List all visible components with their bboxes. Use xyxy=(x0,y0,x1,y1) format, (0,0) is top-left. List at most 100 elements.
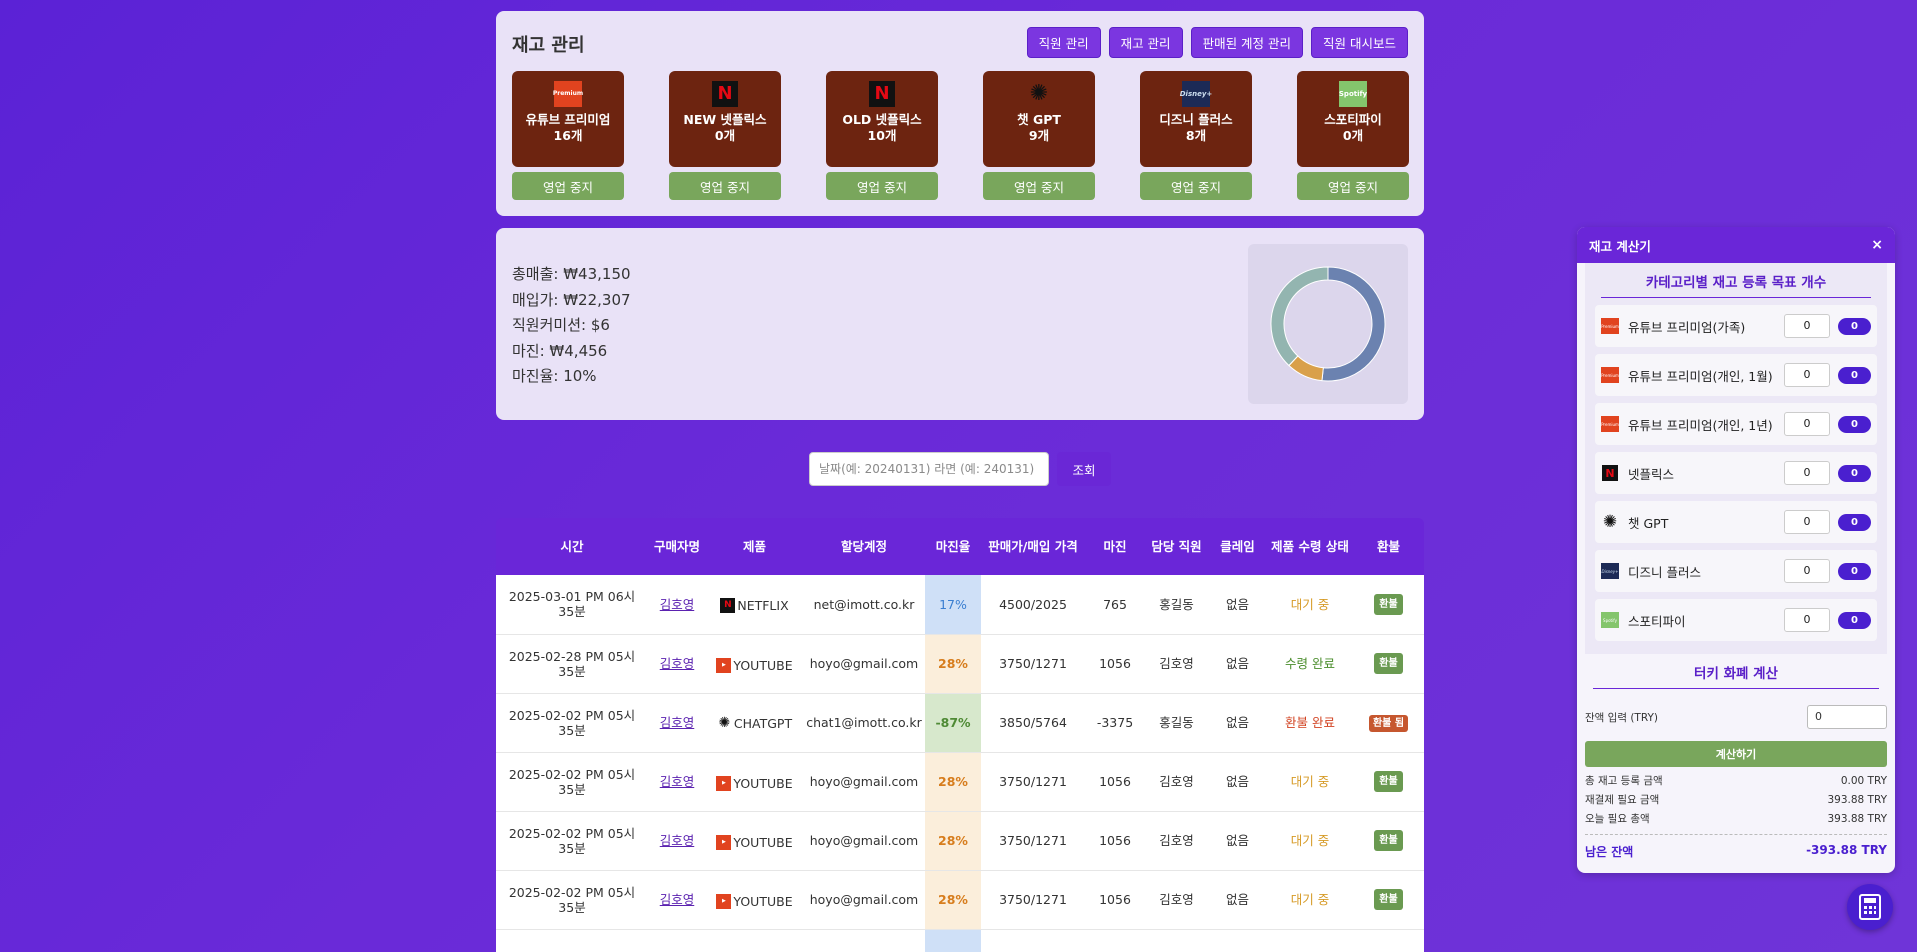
count-badge: 0 xyxy=(1838,513,1871,531)
category-label: 스포티파이 xyxy=(1628,613,1686,629)
target-count-input[interactable]: 0 xyxy=(1784,608,1830,632)
product-tile[interactable]: Premium 유튜브 프리미엄 16개 xyxy=(512,71,624,167)
target-count-input[interactable]: 0 xyxy=(1784,461,1830,485)
category-label: 챗 GPT xyxy=(1628,515,1669,531)
nav-staff-dashboard-button[interactable]: 직원 대시보드 xyxy=(1311,27,1408,58)
product-tile[interactable]: ✺ 챗 GPT 9개 xyxy=(983,71,1095,167)
cell-product: ✺ CHATGPT xyxy=(706,693,803,753)
cell-margin-rate xyxy=(925,929,981,952)
stop-sales-button[interactable]: 영업 중지 xyxy=(983,172,1095,200)
count-badge: 0 xyxy=(1838,366,1871,384)
cell-buyer: 김호영 xyxy=(648,575,706,635)
remaining-balance-label: 남은 잔액 xyxy=(1585,845,1634,859)
target-count-input[interactable]: 0 xyxy=(1784,412,1830,436)
table-row: 2025-02-02 PM 05시 35분 김호영 ▶ YOUTUBE hoyo@gma… xyxy=(496,870,1424,930)
disney-icon: Disney+ xyxy=(1180,81,1212,107)
calculate-button[interactable]: 계산하기 xyxy=(1585,741,1887,767)
balance-row: 잔액 입력 (TRY) 0 xyxy=(1577,705,1895,729)
nav-inventory-button[interactable]: 재고 관리 xyxy=(1108,27,1183,58)
product-count: 16개 xyxy=(553,128,583,143)
cell-time: 2025-02-28 PM 05시 35분 xyxy=(496,634,648,694)
balance-input[interactable]: 0 xyxy=(1807,705,1887,729)
stop-sales-button[interactable]: 영업 중지 xyxy=(1297,172,1409,200)
cell-buyer: 김호영 xyxy=(648,634,706,694)
col-price: 판매가/매입 가격 xyxy=(981,518,1085,575)
staff-commission: 직원커미션: $6 xyxy=(512,316,610,334)
nav-sold-accounts-button[interactable]: 판매된 계정 관리 xyxy=(1190,27,1304,58)
cell-margin: 1056 xyxy=(1085,752,1145,812)
cell-staff: 홍길동 xyxy=(1145,575,1208,635)
search-button[interactable]: 조회 xyxy=(1057,452,1111,486)
product-card: Spotify 스포티파이 0개 영업 중지 xyxy=(1297,71,1409,200)
product-card: N OLD 넷플릭스 10개 영업 중지 xyxy=(826,71,938,200)
count-badge: 0 xyxy=(1838,464,1871,482)
buyer-link[interactable]: 김호영 xyxy=(660,833,695,848)
target-count-input[interactable]: 0 xyxy=(1784,510,1830,534)
cell-buyer: 김호영 xyxy=(648,752,706,812)
product-name: 유튜브 프리미엄 xyxy=(525,112,611,127)
cell-buyer: 김호영 xyxy=(648,693,706,753)
product-tile[interactable]: N NEW 넷플릭스 0개 xyxy=(669,71,781,167)
spotify-icon: Spotify xyxy=(1601,612,1619,628)
cell-staff: 김호영 xyxy=(1145,811,1208,871)
col-product: 제품 xyxy=(706,518,803,575)
target-count-input[interactable]: 0 xyxy=(1784,559,1830,583)
cell-account: net@imott.co.kr xyxy=(803,575,925,635)
refund-button[interactable]: 환불 됨 xyxy=(1368,714,1409,732)
result-value: 393.88 TRY xyxy=(1827,793,1887,806)
product-tile[interactable]: Spotify 스포티파이 0개 xyxy=(1297,71,1409,167)
category-label: 유튜브 프리미엄(개인, 1년) xyxy=(1628,417,1773,433)
stop-sales-button[interactable]: 영업 중지 xyxy=(1140,172,1252,200)
netflix-icon: N xyxy=(1601,465,1619,481)
product-count: 8개 xyxy=(1185,128,1207,143)
stop-sales-button[interactable]: 영업 중지 xyxy=(512,172,624,200)
buyer-link[interactable]: 김호영 xyxy=(660,597,695,612)
category-target-row: N 넷플릭스 0 0 xyxy=(1595,452,1877,494)
cell-margin: 1056 xyxy=(1085,634,1145,694)
donut-slice[interactable] xyxy=(1270,266,1329,367)
product-tile[interactable]: N OLD 넷플릭스 10개 xyxy=(826,71,938,167)
count-badge: 0 xyxy=(1838,611,1871,629)
buyer-link[interactable]: 김호영 xyxy=(660,892,695,907)
target-count-input[interactable]: 0 xyxy=(1784,314,1830,338)
cell-claim: 없음 xyxy=(1208,634,1267,694)
date-search-input[interactable]: 날짜(예: 20240131) 라면 (예: 240131) xyxy=(809,452,1049,486)
cell-status: 수령 완료 xyxy=(1267,634,1353,694)
category-target-row: ✺ 챗 GPT 0 0 xyxy=(1595,501,1877,543)
calculator-title: 재고 계산기 xyxy=(1589,238,1651,254)
youtube-icon: ▶ xyxy=(716,776,732,791)
close-icon[interactable]: × xyxy=(1871,237,1883,253)
stop-sales-button[interactable]: 영업 중지 xyxy=(669,172,781,200)
buyer-link[interactable]: 김호영 xyxy=(660,774,695,789)
cell-time: 2025-02-02 PM 05시 35분 xyxy=(496,811,648,871)
cell-account: hoyo@gmail.com xyxy=(803,634,925,694)
table-row: 2025-02-28 PM 05시 35분 김호영 ▶ YOUTUBE hoyo@gma… xyxy=(496,634,1424,694)
calculator-fab-button[interactable] xyxy=(1847,884,1893,930)
refund-button[interactable]: 환불 xyxy=(1374,653,1403,674)
refund-button[interactable]: 환불 xyxy=(1374,830,1403,851)
product-card: N NEW 넷플릭스 0개 영업 중지 xyxy=(669,71,781,200)
youtube-icon: Premium xyxy=(1601,416,1619,432)
product-count: 0개 xyxy=(714,128,736,143)
refund-button[interactable]: 환불 xyxy=(1374,593,1403,615)
nav-staff-button[interactable]: 직원 관리 xyxy=(1026,27,1101,58)
cell-status: 환불 완료 xyxy=(1267,693,1353,753)
result-label: 총 재고 등록 금액 xyxy=(1585,775,1663,787)
donut-chart xyxy=(1270,266,1386,382)
donut-slice[interactable] xyxy=(1321,266,1386,382)
buyer-link[interactable]: 김호영 xyxy=(660,715,695,730)
sales-table: 시간 구매자명 제품 할당계정 마진율 판매가/매입 가격 마진 담당 직원 클… xyxy=(496,518,1424,952)
cell-refund: 환불 됨 xyxy=(1353,693,1424,753)
category-title: 카테고리별 재고 등록 목표 개수 xyxy=(1601,271,1871,298)
cell-refund: 환불 xyxy=(1353,811,1424,871)
product-tile[interactable]: Disney+ 디즈니 플러스 8개 xyxy=(1140,71,1252,167)
refund-button[interactable]: 환불 xyxy=(1374,889,1403,910)
cell-claim: 없음 xyxy=(1208,693,1267,753)
product-name: 스포티파이 xyxy=(1324,112,1382,127)
refund-button[interactable]: 환불 xyxy=(1374,771,1403,792)
target-count-input[interactable]: 0 xyxy=(1784,363,1830,387)
cell-product: ▶ YOUTUBE xyxy=(706,811,803,871)
buyer-link[interactable]: 김호영 xyxy=(660,656,695,671)
cell-staff: 김호영 xyxy=(1145,870,1208,930)
stop-sales-button[interactable]: 영업 중지 xyxy=(826,172,938,200)
